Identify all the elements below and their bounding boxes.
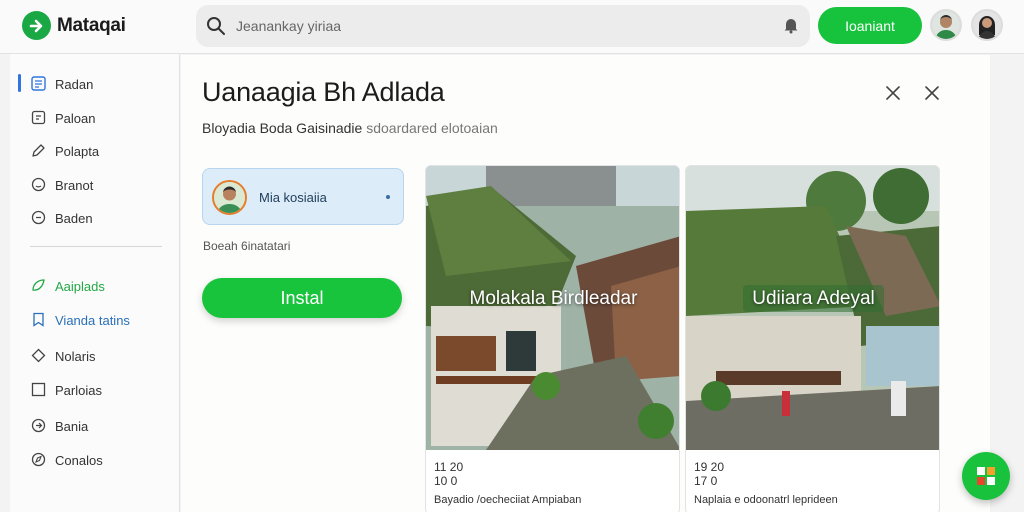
bookmark-icon xyxy=(33,312,44,327)
sidebar-item-paloan[interactable]: Paloan xyxy=(10,105,180,131)
sidebar-item-parloias[interactable]: Parloias xyxy=(10,377,180,403)
document-icon xyxy=(31,76,46,91)
sidebar-item-aaiplads[interactable]: Aaiplads xyxy=(10,273,180,299)
install-button[interactable]: Instal xyxy=(202,278,402,318)
sidebar-divider xyxy=(30,246,162,247)
profile-name: Mia kosiaiia xyxy=(259,190,327,205)
arrow-circle-icon xyxy=(31,418,46,433)
square-icon xyxy=(31,382,46,397)
compass-icon xyxy=(31,452,46,467)
sidebar-item-polapta[interactable]: Polapta xyxy=(10,138,180,164)
card-overlay-label: Udiiara Adeyal xyxy=(743,285,884,312)
more-dot-icon[interactable] xyxy=(386,195,390,199)
avatar[interactable] xyxy=(971,9,1003,41)
subtitle-muted-text: sdoardared elotoaian xyxy=(366,120,498,136)
leaf-icon xyxy=(32,279,45,291)
search-icon xyxy=(206,16,226,41)
sidebar-item-label: Nolaris xyxy=(55,349,96,364)
profile-card[interactable]: Mia kosiaiia xyxy=(202,168,404,225)
app-logo[interactable]: Mataqai xyxy=(22,11,126,40)
sidebar-item-bania[interactable]: Bania xyxy=(10,413,180,439)
active-indicator xyxy=(18,74,21,92)
sidebar-item-radan[interactable]: Radan xyxy=(10,71,180,97)
header-primary-button[interactable]: Ioaniant xyxy=(818,7,922,44)
card-meta-line: 19 20 xyxy=(694,460,725,474)
profile-meta: Boeah 6inatatari xyxy=(203,239,291,253)
bell-icon[interactable] xyxy=(782,16,800,39)
card-meta-line: 11 20 xyxy=(434,460,464,474)
image-card[interactable]: Molakala Birdleadar 11 20 10 0 Bayadio /… xyxy=(425,165,680,512)
app-name: Mataqai xyxy=(57,14,126,36)
sidebar-item-label: Bania xyxy=(55,419,89,434)
floating-action-button[interactable] xyxy=(962,452,1010,500)
card-overlay-title: Udiiara Adeyal xyxy=(686,285,939,312)
fab-icon xyxy=(977,467,995,485)
logo-icon xyxy=(22,11,51,40)
search-input[interactable] xyxy=(236,5,756,47)
sidebar-item-label: Baden xyxy=(55,211,93,226)
page-subtitle: Bloyadia Boda Gaisinadie sdoardared elot… xyxy=(202,120,498,136)
card-meta-line: 17 0 xyxy=(694,474,718,488)
card-caption: Bayadio /oecheciiat Ampiaban xyxy=(434,494,582,506)
card-caption: Naplaia e odoonatrl leprideen xyxy=(694,494,838,506)
close-icon[interactable] xyxy=(923,84,941,102)
top-bar: Mataqai Ioaniant xyxy=(0,0,1024,54)
sidebar-item-vianda-tatins[interactable]: Vianda tatins xyxy=(10,307,180,333)
page-icon xyxy=(31,110,46,125)
edit-icon xyxy=(32,144,45,157)
chat-icon xyxy=(31,210,46,225)
sidebar: Radan Paloan Polapta Branot Baden Aaipla… xyxy=(10,54,180,512)
image-card[interactable]: Udiiara Adeyal 19 20 17 0 Naplaia e odoo… xyxy=(685,165,940,512)
sidebar-item-conalos[interactable]: Conalos xyxy=(10,447,180,473)
avatar xyxy=(212,180,247,215)
main-panel: Uanaagia Bh Adlada Bloyadia Boda Gaisina… xyxy=(181,55,990,512)
search-bar[interactable] xyxy=(196,5,810,47)
app-window: Mataqai Ioaniant Radan Paloan xyxy=(0,0,1024,512)
sidebar-item-branot[interactable]: Branot xyxy=(10,172,180,198)
diamond-icon xyxy=(31,348,46,363)
sidebar-item-baden[interactable]: Baden xyxy=(10,205,180,231)
sidebar-item-label: Branot xyxy=(55,178,94,193)
sidebar-item-label: Radan xyxy=(55,77,94,92)
sidebar-item-label: Vianda tatins xyxy=(55,313,130,328)
card-overlay-title: Molakala Birdleadar xyxy=(469,288,638,309)
close-icon[interactable] xyxy=(884,84,902,102)
subtitle-text: Bloyadia Boda Gaisinadie xyxy=(202,120,363,136)
sidebar-item-label: Paloan xyxy=(55,111,96,126)
sidebar-item-label: Conalos xyxy=(55,453,103,468)
sidebar-item-nolaris[interactable]: Nolaris xyxy=(10,343,180,369)
smiley-icon xyxy=(31,177,46,192)
page-title: Uanaagia Bh Adlada xyxy=(202,77,445,107)
card-meta: 19 20 17 0 xyxy=(694,460,724,488)
card-meta: 11 20 10 0 xyxy=(434,460,463,488)
sidebar-item-label: Aaiplads xyxy=(55,279,105,294)
sidebar-item-label: Polapta xyxy=(55,144,100,159)
sidebar-item-label: Parloias xyxy=(55,383,102,398)
card-meta-line: 10 0 xyxy=(434,474,458,488)
avatar[interactable] xyxy=(930,9,962,41)
